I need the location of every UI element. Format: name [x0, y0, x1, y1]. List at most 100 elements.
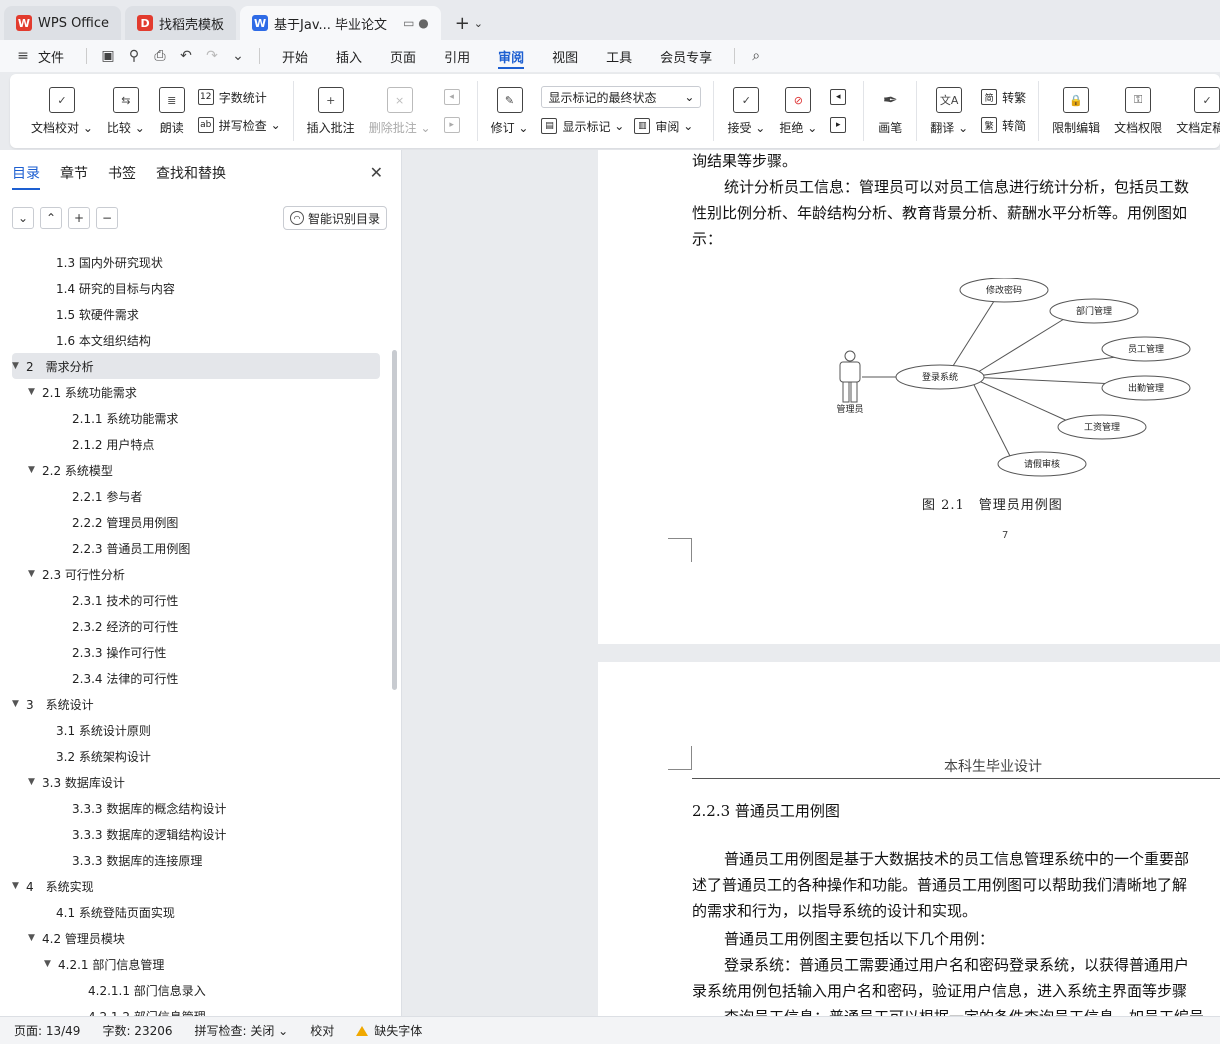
prev-comment-button[interactable]: ◂	[443, 87, 465, 107]
page-indicator[interactable]: 页面: 13/49	[14, 1022, 80, 1039]
toc-item[interactable]: 3.1 系统设计原则	[0, 717, 392, 743]
toc-item[interactable]: 2.3.2 经济的可行性	[0, 613, 392, 639]
tab-toc[interactable]: 目录	[12, 150, 40, 196]
toc-item[interactable]: ▼ 4 系统实现	[0, 873, 392, 899]
toc-item[interactable]: 3.3.3 数据库的概念结构设计	[0, 795, 392, 821]
redo-icon[interactable]: ↷	[199, 40, 225, 72]
toc-item[interactable]: ▼ 2.2 系统模型	[0, 457, 392, 483]
toc-item[interactable]: ▼ 3.3 数据库设计	[0, 769, 392, 795]
doc-permission-button[interactable]: ⚿ 文档权限	[1107, 83, 1169, 139]
next-change-button[interactable]: ▸	[830, 115, 851, 135]
chevron-down-icon[interactable]: ▼	[28, 777, 42, 787]
toc-item[interactable]: 2.1.1 系统功能需求	[0, 405, 392, 431]
toc-item[interactable]: ▼ 4.2.1 部门信息管理	[0, 951, 392, 977]
track-changes-button[interactable]: ✎ 修订 ⌄	[484, 83, 536, 139]
chevron-down-icon[interactable]: ▼	[12, 699, 26, 709]
save-icon[interactable]: ▣	[95, 40, 121, 72]
toc-scrollbar[interactable]	[392, 350, 397, 690]
toc-item[interactable]: ▼ 2 需求分析	[12, 353, 380, 379]
read-aloud-button[interactable]: ≣ 朗读	[152, 83, 192, 139]
toc-item[interactable]: ▼ 3 系统设计	[0, 691, 392, 717]
tab-bookmarks[interactable]: 书签	[108, 150, 136, 196]
tab-docer-templates[interactable]: D 找稻壳模板	[125, 6, 237, 40]
accept-button[interactable]: ✓ 接受 ⌄	[720, 83, 772, 139]
toc-item[interactable]: 1.6 本文组织结构	[0, 327, 392, 353]
chevron-down-icon[interactable]: ▼	[44, 959, 58, 969]
doc-check-button[interactable]: ✓ 文档校对 ⌄	[24, 83, 100, 139]
markup-state-select[interactable]: 显示标记的最终状态 ⌄	[541, 86, 702, 108]
menu-page[interactable]: 页面	[376, 40, 430, 72]
menu-review[interactable]: 审阅	[484, 40, 538, 72]
doc-finalize-button[interactable]: ✓ 文档定稿 ⌄	[1169, 83, 1220, 139]
search-icon[interactable]: ⌕	[743, 40, 769, 72]
toc-item[interactable]: 4.2.1.1 部门信息录入	[0, 977, 392, 1003]
toc-item[interactable]: ▼ 2.3 可行性分析	[0, 561, 392, 587]
share-icon[interactable]: ⚲	[121, 40, 147, 72]
chevron-down-icon[interactable]: ▼	[12, 881, 26, 891]
word-count-status[interactable]: 字数: 23206	[102, 1022, 172, 1039]
tab-window-icon[interactable]: ▭ ●	[403, 16, 429, 30]
toc-item[interactable]: 4.1 系统登陆页面实现	[0, 899, 392, 925]
translate-button[interactable]: 文A 翻译 ⌄	[923, 83, 975, 139]
to-traditional-button[interactable]: 简转繁	[981, 87, 1026, 107]
chevron-down-icon[interactable]: ▼	[28, 933, 42, 943]
insert-comment-button[interactable]: + 插入批注	[300, 83, 362, 139]
reject-button[interactable]: ⊘ 拒绝 ⌄	[772, 83, 824, 139]
toc-item[interactable]: 2.2.2 管理员用例图	[0, 509, 392, 535]
menu-references[interactable]: 引用	[430, 40, 484, 72]
next-comment-button[interactable]: ▸	[443, 115, 465, 135]
compare-button[interactable]: ⇆ 比较 ⌄	[100, 83, 152, 139]
toc-item[interactable]: 3.3.3 数据库的逻辑结构设计	[0, 821, 392, 847]
print-preview-icon[interactable]: ⎙	[147, 40, 173, 72]
tab-chapters[interactable]: 章节	[60, 150, 88, 196]
toc-item[interactable]: 2.2.3 普通员工用例图	[0, 535, 392, 561]
chevron-down-icon[interactable]: ▼	[28, 387, 42, 397]
menu-view[interactable]: 视图	[538, 40, 592, 72]
hamburger-icon[interactable]: ≡	[10, 40, 36, 72]
new-tab-button[interactable]: + ⌄	[445, 6, 493, 40]
toc-item[interactable]: 2.3.1 技术的可行性	[0, 587, 392, 613]
chevron-down-icon[interactable]: ⌄	[225, 40, 251, 72]
chevron-down-icon[interactable]: ▼	[28, 465, 42, 475]
toc-item[interactable]: 2.1.2 用户特点	[0, 431, 392, 457]
toc-item[interactable]: 1.3 国内外研究现状	[0, 249, 392, 275]
smart-toc-button[interactable]: ◠ 智能识别目录	[282, 206, 387, 230]
delete-comment-button[interactable]: × 删除批注 ⌄	[362, 83, 438, 139]
toc-item[interactable]: 2.3.4 法律的可行性	[0, 665, 392, 691]
chevron-down-icon[interactable]: ▼	[12, 361, 26, 371]
tab-wps-office[interactable]: W WPS Office	[4, 6, 122, 40]
chevron-down-icon[interactable]: ▼	[28, 569, 42, 579]
word-count-button[interactable]: 12 字数统计	[197, 87, 281, 107]
toc-item[interactable]: 1.4 研究的目标与内容	[0, 275, 392, 301]
file-menu[interactable]: 文件	[36, 40, 78, 72]
menu-tools[interactable]: 工具	[592, 40, 646, 72]
expand-icon[interactable]: ⌄	[12, 207, 34, 229]
to-simplified-button[interactable]: 繁转简	[981, 115, 1026, 135]
pen-button[interactable]: ✒ 画笔	[870, 83, 910, 139]
toc-item[interactable]: 2.3.3 操作可行性	[0, 639, 392, 665]
toc-item[interactable]: ▼ 4.2 管理员模块	[0, 925, 392, 951]
menu-home[interactable]: 开始	[268, 40, 322, 72]
toc-item[interactable]: ▼ 2.1 系统功能需求	[0, 379, 392, 405]
toc-item[interactable]: 1.5 软硬件需求	[0, 301, 392, 327]
spell-check-button[interactable]: ab 拼写检查 ⌄	[197, 115, 281, 135]
prev-change-button[interactable]: ◂	[830, 87, 851, 107]
menu-insert[interactable]: 插入	[322, 40, 376, 72]
add-heading-icon[interactable]: +	[68, 207, 90, 229]
missing-font-status[interactable]: 缺失字体	[356, 1022, 422, 1039]
toc-item[interactable]: 2.2.1 参与者	[0, 483, 392, 509]
close-icon[interactable]: ✕	[370, 163, 383, 182]
review-pane-button[interactable]: ▥ 审阅 ⌄	[634, 116, 693, 136]
proof-status[interactable]: 校对	[310, 1022, 334, 1039]
toc-item[interactable]: 3.3.3 数据库的连接原理	[0, 847, 392, 873]
spell-check-status[interactable]: 拼写检查: 关闭 ⌄	[195, 1022, 289, 1039]
chevron-down-icon[interactable]: ⌄	[474, 17, 483, 30]
menu-member[interactable]: 会员专享	[646, 40, 726, 72]
restrict-edit-button[interactable]: 🔒 限制编辑	[1045, 83, 1107, 139]
tab-thesis-document[interactable]: W 基于Jav... 毕业论文 ▭ ●	[240, 6, 441, 40]
show-markup-button[interactable]: ▤ 显示标记 ⌄	[541, 116, 624, 136]
collapse-icon[interactable]: ⌃	[40, 207, 62, 229]
tab-find-replace[interactable]: 查找和替换	[156, 150, 226, 196]
undo-icon[interactable]: ↶	[173, 40, 199, 72]
remove-heading-icon[interactable]: −	[96, 207, 118, 229]
